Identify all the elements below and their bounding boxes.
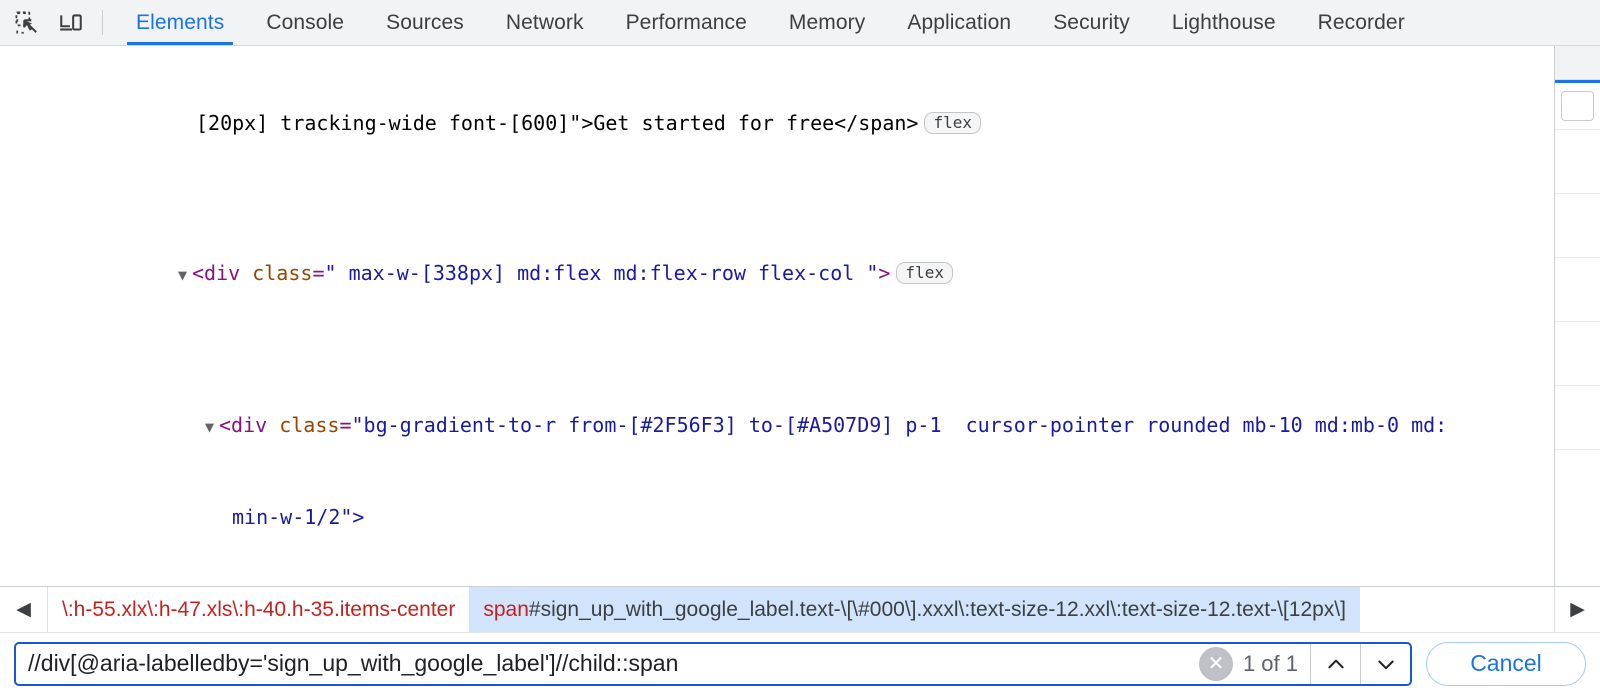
breadcrumb-item-selector: #sign_up_with_google_label.text-\[\#000\… xyxy=(528,597,1346,621)
dom-tag: div xyxy=(204,261,241,285)
toolbar-icons xyxy=(0,0,115,45)
styles-rule-block xyxy=(1555,193,1600,257)
expand-triangle-icon[interactable]: ▼ xyxy=(178,260,192,290)
tab-label: Performance xyxy=(625,10,747,34)
tab-lighthouse[interactable]: Lighthouse xyxy=(1151,0,1297,45)
tab-label: Security xyxy=(1053,10,1130,34)
chevron-down-icon[interactable] xyxy=(1360,643,1410,684)
search-field[interactable]: ✕ 1 of 1 xyxy=(14,641,1412,686)
chevron-up-icon[interactable] xyxy=(1310,643,1360,684)
breadcrumb-item-selected[interactable]: span #sign_up_with_google_label.text-\[\#… xyxy=(469,587,1360,632)
tab-memory[interactable]: Memory xyxy=(768,0,886,45)
styles-rule-block xyxy=(1555,129,1600,193)
toolbar-divider xyxy=(102,10,103,35)
cancel-button[interactable]: Cancel xyxy=(1426,641,1586,686)
expand-triangle-icon[interactable]: ▼ xyxy=(205,412,219,442)
tab-label: Recorder xyxy=(1317,10,1405,34)
dom-tag: div xyxy=(231,413,268,437)
inspect-element-icon[interactable] xyxy=(10,7,44,39)
devtools-window: Elements Console Sources Network Perform… xyxy=(0,0,1600,694)
search-toolbar: ✕ 1 of 1 Cancel xyxy=(0,632,1600,694)
dom-row[interactable]: ▼ <div class="bg-gradient-to-r from-[#2F5… xyxy=(0,350,1554,586)
devtools-tabbar: Elements Console Sources Network Perform… xyxy=(0,0,1600,46)
search-input[interactable] xyxy=(28,643,1199,684)
breadcrumb-list: \:h-55.xlx\:h-47.xls\:h-40.h-35.items-ce… xyxy=(48,587,1554,632)
styles-sidebar-sliver xyxy=(1554,46,1600,586)
dom-attr-value: "bg-gradient-to-r from-[#2F56F3] to-[#A5… xyxy=(351,413,1448,437)
dom-text-node: [20px] tracking-wide font-[600]">Get sta… xyxy=(196,111,919,135)
tab-sources[interactable]: Sources xyxy=(365,0,485,45)
match-count: 1 of 1 xyxy=(1242,650,1298,676)
dom-tree[interactable]: [20px] tracking-wide font-[600]">Get sta… xyxy=(0,46,1554,586)
dom-attr-name: class xyxy=(252,261,313,285)
styles-rule-block xyxy=(1555,385,1600,449)
flex-badge[interactable]: flex xyxy=(896,262,953,284)
tab-label: Console xyxy=(266,10,345,34)
chevron-left-icon[interactable]: ◀ xyxy=(0,587,48,632)
tab-label: Elements xyxy=(136,10,225,34)
breadcrumb: ◀ \:h-55.xlx\:h-47.xls\:h-40.h-35.items-… xyxy=(0,586,1600,632)
breadcrumb-item-tag: span xyxy=(483,597,529,621)
dom-attr-value-cont: min-w-1/2"> xyxy=(232,505,365,529)
tab-label: Memory xyxy=(788,10,866,34)
breadcrumb-item-label: \:h-55.xlx\:h-47.xls\:h-40.h-35.items-ce… xyxy=(62,597,456,621)
elements-panel-body: [20px] tracking-wide font-[600]">Get sta… xyxy=(0,46,1600,586)
dom-attr-name: class xyxy=(279,413,340,437)
tab-label: Sources xyxy=(386,10,464,34)
panel-tabs: Elements Console Sources Network Perform… xyxy=(115,0,1600,45)
breadcrumb-item[interactable]: \:h-55.xlx\:h-47.xls\:h-40.h-35.items-ce… xyxy=(48,587,469,632)
styles-rule-block xyxy=(1555,321,1600,385)
device-toolbar-icon[interactable] xyxy=(54,7,88,39)
styles-filter-input[interactable] xyxy=(1561,91,1594,121)
chevron-right-icon[interactable]: ▶ xyxy=(1554,587,1600,632)
clear-circle-icon[interactable]: ✕ xyxy=(1198,646,1233,681)
dom-row[interactable]: ▼ <div class=" max-w-[338px] md:flex md:f… xyxy=(0,198,1554,350)
styles-sidebar-tabbar xyxy=(1555,46,1600,80)
tab-label: Network xyxy=(505,10,584,34)
tab-label: Lighthouse xyxy=(1171,10,1276,34)
styles-sidebar-active-indicator xyxy=(1555,80,1600,83)
dom-row[interactable]: [20px] tracking-wide font-[600]">Get sta… xyxy=(0,48,1554,198)
tab-network[interactable]: Network xyxy=(485,0,605,45)
styles-rule-block xyxy=(1555,449,1600,513)
flex-badge[interactable]: flex xyxy=(924,112,981,134)
tab-recorder[interactable]: Recorder xyxy=(1297,0,1426,45)
tab-console[interactable]: Console xyxy=(245,0,365,45)
tab-elements[interactable]: Elements xyxy=(115,0,245,45)
tab-application[interactable]: Application xyxy=(886,0,1032,45)
tab-label: Application xyxy=(907,10,1012,34)
tab-security[interactable]: Security xyxy=(1032,0,1151,45)
tab-performance[interactable]: Performance xyxy=(605,0,768,45)
dom-attr-value: " max-w-[338px] md:flex md:flex-row flex… xyxy=(324,261,879,285)
styles-rule-block xyxy=(1555,257,1600,321)
